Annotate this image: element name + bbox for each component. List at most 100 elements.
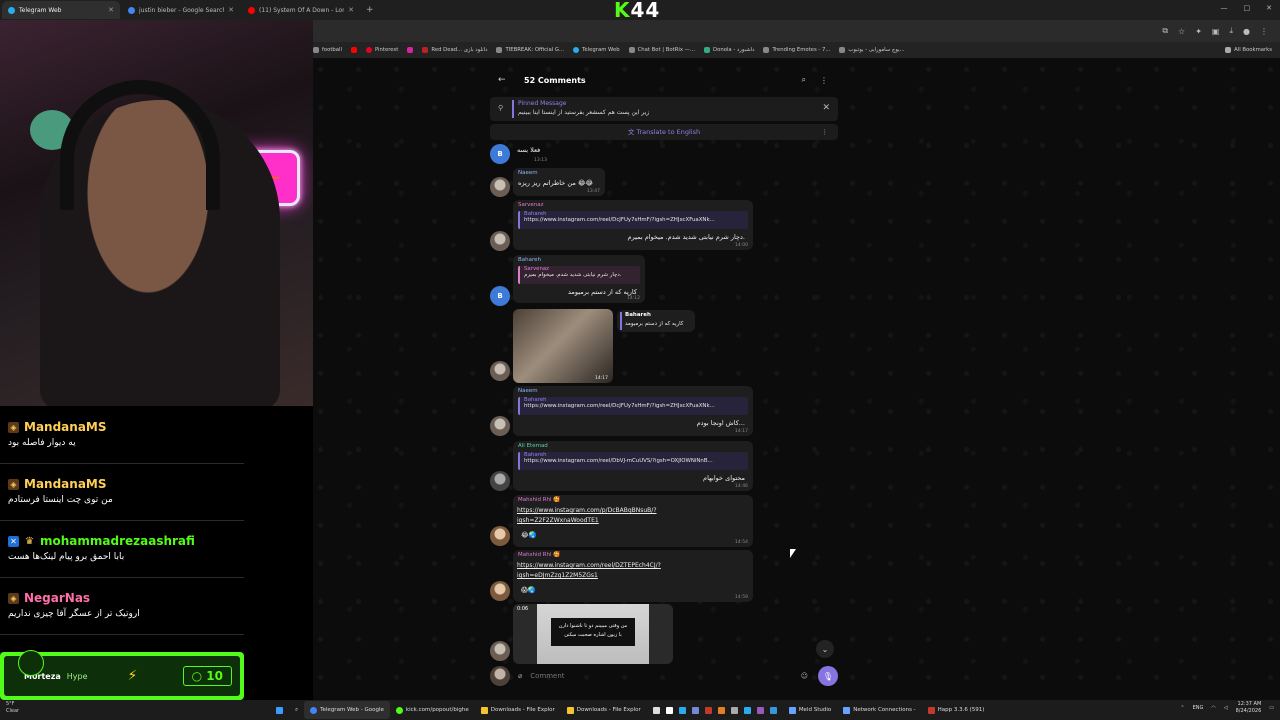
comment-input[interactable]: [528, 668, 801, 684]
message-bubble[interactable]: Naeem Bahareh https://www.instagram.com/r…: [513, 386, 753, 436]
taskbar-item-network[interactable]: Network Connections -: [837, 701, 921, 719]
bookmark-youtube-samurai[interactable]: یوچ سامورایی - یوتیوب...: [839, 47, 905, 53]
bookmark-tiebreak[interactable]: TIEBREAK: Official G...: [496, 47, 564, 53]
site-icon: [422, 47, 429, 53]
quoted-message[interactable]: Bahareh https://www.instagram.com/reel/Db…: [518, 452, 748, 470]
scroll-down-button[interactable]: ⌄: [816, 640, 834, 658]
notification-icon[interactable]: ▭: [1269, 705, 1274, 711]
install-icon[interactable]: ⧉: [1162, 26, 1168, 36]
taskbar-pinned-apps[interactable]: [647, 701, 783, 719]
close-icon[interactable]: ✕: [228, 6, 234, 14]
start-button[interactable]: [270, 701, 289, 719]
profile-icon[interactable]: ●: [1243, 27, 1250, 36]
taskbar-item-explorer[interactable]: Downloads - File Explor: [475, 701, 561, 719]
bookmark-youtube[interactable]: [350, 47, 357, 53]
microphone-icon: 🎙: [822, 671, 834, 681]
avatar[interactable]: [490, 231, 510, 251]
close-window-button[interactable]: ✕: [1266, 4, 1272, 12]
avatar[interactable]: [490, 416, 510, 436]
attach-icon[interactable]: ⌀: [518, 672, 522, 680]
taskbar-item-explorer[interactable]: Downloads - File Explor: [561, 701, 647, 719]
tab-google[interactable]: justin bieber - Google Search ✕: [122, 1, 240, 19]
search-icon[interactable]: ⌕: [289, 701, 304, 719]
bookmark-pinterest[interactable]: Pinterest: [365, 47, 398, 53]
quoted-message[interactable]: Bahareh https://www.instagram.com/reel/Dc…: [518, 397, 748, 415]
taskbar-item-chrome[interactable]: Telegram Web - Google: [304, 701, 390, 719]
message-bubble[interactable]: Mahshid Rhl 🥰 https://www.instagram.com/…: [513, 495, 753, 547]
app-icon: [652, 706, 660, 714]
avatar[interactable]: B: [490, 286, 510, 306]
message-bubble[interactable]: Ali Etemad Bahareh https://www.instagram.…: [513, 441, 753, 491]
extensions-puzzle-icon[interactable]: ▣: [1212, 27, 1220, 36]
pinned-message[interactable]: ⚲ Pinned Message زیر این پست هم کسشعر بف…: [490, 97, 838, 121]
bookmark-red-dead[interactable]: Red Dead... دانلود بازی: [422, 47, 487, 53]
reply-header[interactable]: Bahareh کاریه که از دستم برمیومد: [617, 310, 695, 332]
reaction-emoji[interactable]: 😱🌏: [521, 586, 536, 594]
all-bookmarks[interactable]: All Bookmarks: [1225, 47, 1272, 53]
message-link[interactable]: https://www.instagram.com/reel/DZTEPEch4…: [517, 562, 661, 569]
chevron-up-icon[interactable]: ⌃: [1180, 705, 1184, 711]
clock[interactable]: 12:37 AM 8/24/2026: [1236, 701, 1262, 715]
message-bubble[interactable]: فعلا بسه 13:13: [513, 143, 573, 165]
tab-telegram[interactable]: Telegram Web ✕: [2, 1, 120, 19]
weather-widget[interactable]: 5°F Clear: [6, 701, 19, 715]
avatar[interactable]: [490, 666, 510, 686]
bookmark-football[interactable]: football: [313, 47, 342, 53]
video-sticker[interactable]: 14:17: [513, 309, 613, 383]
avatar[interactable]: [490, 641, 510, 661]
language-indicator[interactable]: ENG: [1193, 705, 1204, 711]
close-icon[interactable]: ✕: [348, 6, 354, 14]
download-icon[interactable]: ⤓: [1229, 26, 1233, 36]
minimize-button[interactable]: —: [1221, 4, 1228, 12]
video-message[interactable]: 0:06 من وقتی میبینم دو تا ناشنوا دارن با…: [513, 604, 673, 664]
microphone-button[interactable]: 🎙: [818, 666, 838, 686]
avatar[interactable]: [490, 526, 510, 546]
volume-icon[interactable]: ◁: [1224, 705, 1228, 711]
bookmark-7tv[interactable]: Trending Emotes - 7...: [763, 47, 830, 53]
message-bubble[interactable]: Mahshid Rhl 🥰 https://www.instagram.com/…: [513, 550, 753, 602]
new-tab-button[interactable]: +: [366, 5, 374, 15]
message-link[interactable]: igsh=Z2F2ZWxnaWoodTE1: [517, 517, 599, 524]
taskbar-item-happ[interactable]: Happ 3.3.6 (591): [922, 701, 991, 719]
app-icon: [769, 706, 777, 714]
chat-username[interactable]: MandanaMS: [24, 477, 107, 491]
taskbar-item-meld[interactable]: Meld Studio: [783, 701, 837, 719]
search-icon[interactable]: ⌕: [802, 75, 806, 85]
menu-icon[interactable]: ⋮: [1260, 27, 1268, 36]
bookmark-donola[interactable]: Donola - داشبورد: [704, 47, 754, 53]
translate-bar[interactable]: 文 Translate to English ⋮: [490, 124, 838, 140]
taskbar-item-kick[interactable]: kick.com/popout/bighe: [390, 701, 475, 719]
chat-username[interactable]: NegarNas: [24, 591, 90, 605]
reaction-emoji[interactable]: 😂🌏: [521, 531, 537, 539]
extension-icon[interactable]: ✦: [1195, 27, 1202, 36]
emoji-icon[interactable]: ☺: [801, 672, 808, 680]
close-icon[interactable]: ✕: [822, 103, 830, 113]
taskbar-item-label: Telegram Web - Google: [320, 707, 384, 713]
bookmark-telegram[interactable]: Telegram Web: [573, 47, 620, 53]
avatar[interactable]: B: [490, 144, 510, 164]
quoted-message[interactable]: Bahareh https://www.instagram.com/reel/Dc…: [518, 211, 748, 229]
message-link[interactable]: https://www.instagram.com/p/DcBABqBNsuB/…: [517, 507, 657, 514]
avatar[interactable]: [490, 471, 510, 491]
message-bubble[interactable]: Bahareh Sarvenaz دچار شرم نیابتی شدید شدم…: [513, 255, 645, 303]
chat-username[interactable]: mohammadrezaashrafi: [40, 534, 195, 548]
bookmark-instagram[interactable]: [407, 47, 414, 53]
chat-username[interactable]: MandanaMS: [24, 420, 107, 434]
avatar[interactable]: [490, 581, 510, 601]
maximize-button[interactable]: □: [1244, 4, 1251, 12]
bookmark-botrix[interactable]: Chat Bot | BotRix —...: [628, 47, 695, 53]
avatar[interactable]: [490, 177, 510, 197]
message-link[interactable]: igsh=eDJmZzg1Z2M5ZGs1: [517, 572, 598, 579]
close-icon[interactable]: ✕: [108, 6, 114, 14]
avatar[interactable]: [490, 361, 510, 381]
more-icon[interactable]: ⋮: [820, 76, 828, 85]
wifi-icon[interactable]: ◠: [1211, 705, 1215, 711]
message-bubble[interactable]: Naeem من خاطراتم ریز ریزه 😂😂 13:47: [513, 168, 605, 196]
tab-youtube[interactable]: (11) System Of A Down - Lonel ✕: [242, 1, 360, 19]
more-icon[interactable]: ⋮: [822, 124, 829, 140]
back-arrow-icon[interactable]: ←: [498, 75, 510, 85]
message-bubble[interactable]: Sarvenaz Bahareh https://www.instagram.co…: [513, 200, 753, 250]
star-icon[interactable]: ☆: [1178, 27, 1185, 36]
quoted-message[interactable]: Sarvenaz دچار شرم نیابتی شدید شدم. میخوام…: [518, 266, 640, 284]
reply-author: Bahareh: [625, 312, 651, 318]
